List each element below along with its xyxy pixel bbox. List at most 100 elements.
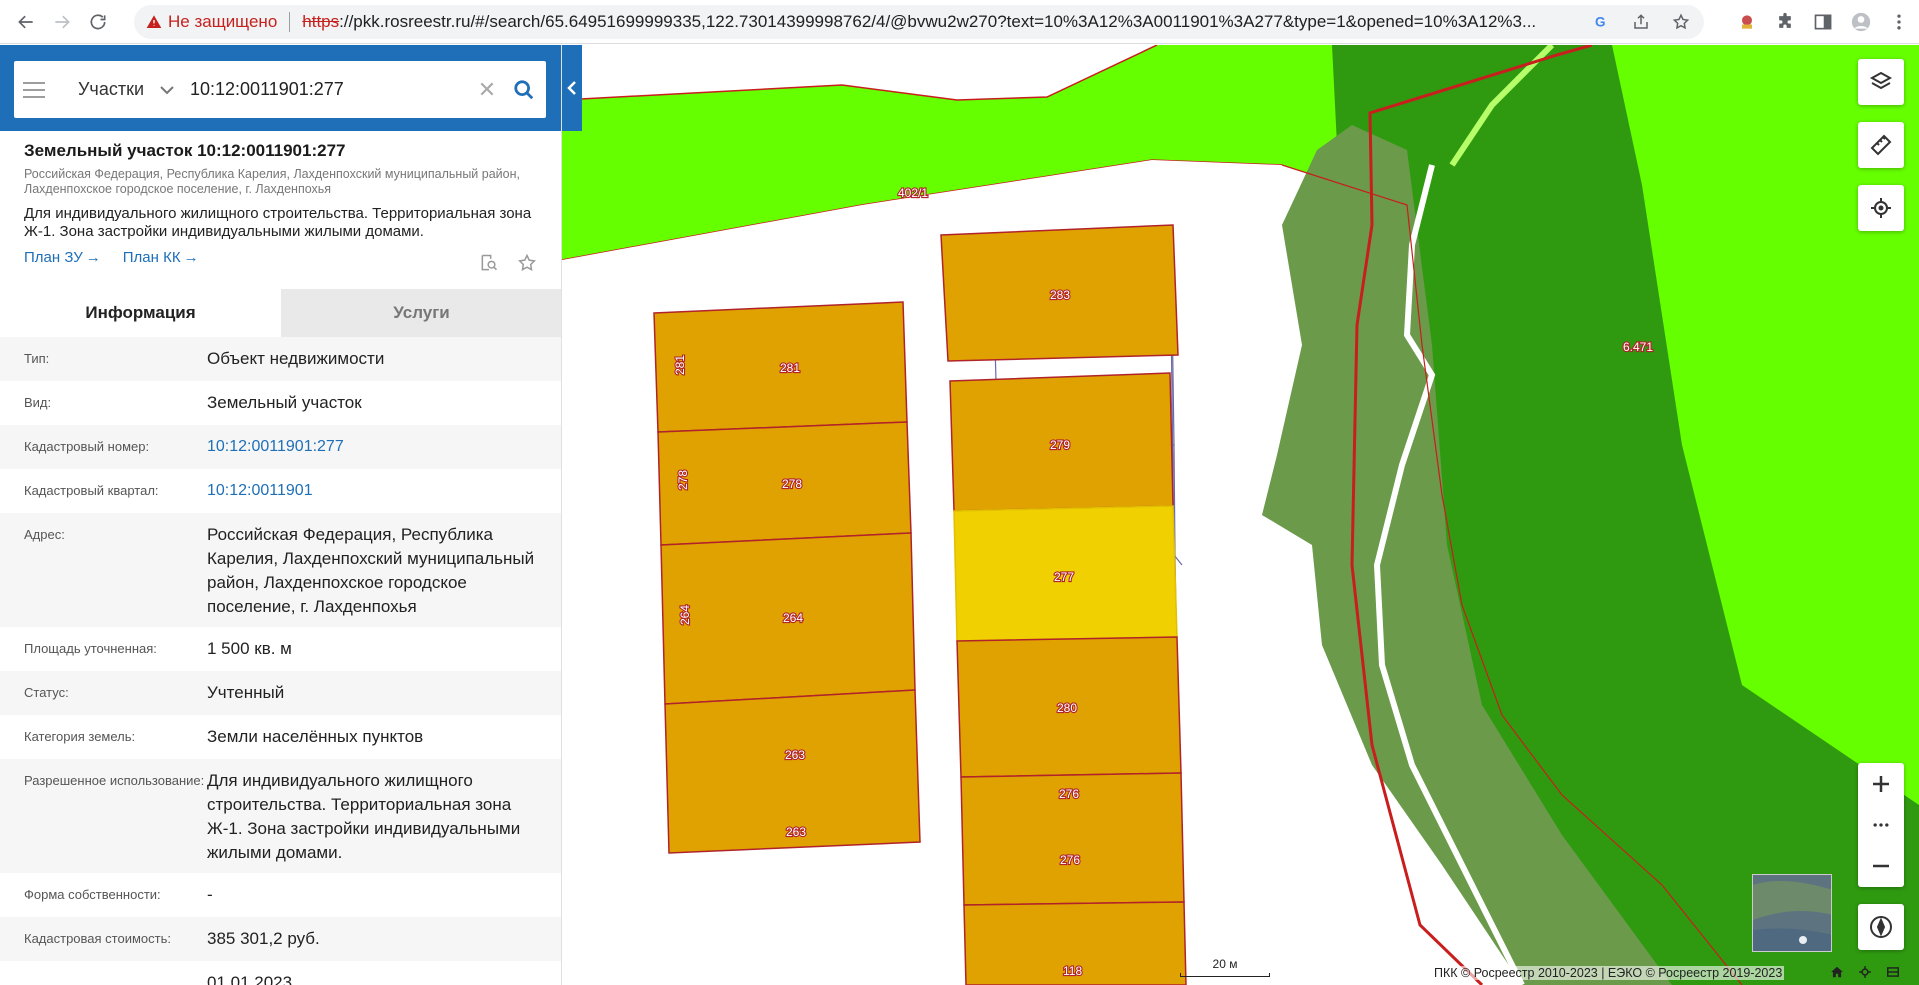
map-type-icon[interactable] bbox=[1886, 965, 1900, 979]
row-label: Кадастровый квартал: bbox=[24, 483, 159, 498]
chevron-left-icon bbox=[567, 81, 576, 95]
plan-zu-link[interactable]: План ЗУ → bbox=[24, 249, 101, 266]
row-value: Земельный участок bbox=[207, 393, 362, 412]
row-label: Разрешенное использование: bbox=[24, 773, 205, 788]
label-281-vertical: 281 bbox=[673, 355, 687, 375]
category-select[interactable]: Участки bbox=[54, 79, 184, 100]
find-on-map-icon[interactable] bbox=[479, 253, 499, 273]
satellite-thumbnail bbox=[1753, 875, 1831, 951]
arrow-right-icon bbox=[55, 15, 70, 28]
plan-zu-label: План ЗУ bbox=[24, 249, 83, 266]
header-actions bbox=[479, 253, 537, 273]
star-icon[interactable] bbox=[517, 253, 537, 273]
info-row-type: Тип: Объект недвижимости bbox=[0, 337, 561, 381]
tab-services[interactable]: Услуги bbox=[281, 289, 561, 337]
arrow-right-icon: → bbox=[183, 249, 199, 266]
parcels-left-column bbox=[653, 301, 921, 854]
info-row-permitted-use: Разрешенное использование: Для индивидуа… bbox=[0, 759, 561, 873]
plan-kk-link[interactable]: План КК → bbox=[123, 249, 199, 266]
info-row-kind: Вид: Земельный участок bbox=[0, 381, 561, 425]
browser-toolbar: Не защищено https ://pkk.rosreestr.ru/#/… bbox=[0, 0, 1919, 44]
collapse-panel-button[interactable] bbox=[562, 45, 582, 131]
map-view[interactable]: 402/1 283 281 281 278 278 264 264 263 26… bbox=[562, 45, 1919, 985]
zoom-out-button[interactable] bbox=[1858, 845, 1904, 886]
extension-avatar-icon[interactable] bbox=[1737, 12, 1757, 32]
security-warning[interactable]: Не защищено bbox=[146, 12, 277, 32]
locate-button[interactable] bbox=[1858, 185, 1904, 231]
back-button[interactable] bbox=[8, 4, 44, 40]
search-input[interactable]: 10:12:0011901:277 bbox=[184, 79, 472, 100]
object-header: Земельный участок 10:12:0011901:277 Росс… bbox=[24, 141, 544, 266]
warning-triangle-icon bbox=[146, 15, 162, 28]
info-panel: Участки 10:12:0011901:277 ✕ Земельный уч… bbox=[0, 45, 562, 985]
star-icon[interactable] bbox=[1672, 13, 1690, 31]
map-attribution: ПКК © Росреестр 2010-2023 | ЕЭКО © Росре… bbox=[1432, 966, 1785, 980]
category-value: Участки bbox=[78, 79, 144, 99]
row-value: Учтенный bbox=[207, 683, 285, 702]
row-label: Тип: bbox=[24, 351, 50, 366]
row-value: 385 301,2 руб. bbox=[207, 929, 320, 948]
search-button[interactable] bbox=[502, 79, 546, 101]
label-278-vertical: 278 bbox=[676, 470, 690, 490]
url-text: ://pkk.rosreestr.ru/#/search/65.64951699… bbox=[339, 12, 1537, 31]
label-276-a: 276 bbox=[1059, 787, 1079, 801]
row-value: 1 500 кв. м bbox=[207, 639, 292, 658]
row-value: Земли населённых пунктов bbox=[207, 727, 424, 746]
plan-links: План ЗУ → План КК → bbox=[24, 249, 544, 266]
chevron-down-icon bbox=[160, 85, 174, 94]
label-278: 278 bbox=[782, 477, 802, 491]
forward-button[interactable] bbox=[44, 4, 80, 40]
plan-kk-label: План КК bbox=[122, 249, 181, 266]
clear-search-button[interactable]: ✕ bbox=[472, 77, 502, 103]
row-label: Вид: bbox=[24, 395, 52, 410]
minimap[interactable] bbox=[1752, 874, 1832, 952]
layers-button[interactable] bbox=[1858, 59, 1904, 105]
map-canvas[interactable]: 402/1 283 281 281 278 278 264 264 263 26… bbox=[562, 45, 1919, 985]
info-row-ownership: Форма собственности: - bbox=[0, 873, 561, 917]
info-row-cadastral-quarter: Кадастровый квартал: 10:12:0011901 bbox=[0, 469, 561, 513]
map-bottom-toolbar bbox=[1830, 965, 1900, 979]
label-402: 402/1 bbox=[898, 186, 928, 200]
object-title: Земельный участок 10:12:0011901:277 bbox=[24, 141, 346, 160]
row-value: Российская Федерация, Республика Карелия… bbox=[207, 525, 535, 616]
cadastral-quarter-link[interactable]: 10:12:0011901 bbox=[207, 469, 544, 513]
reload-icon bbox=[90, 13, 106, 29]
row-label bbox=[24, 961, 207, 985]
tab-info[interactable]: Информация bbox=[0, 289, 281, 337]
label-283: 283 bbox=[1050, 288, 1070, 302]
cadastral-number-link[interactable]: 10:12:0011901:277 bbox=[207, 425, 544, 469]
info-row-address: Адрес: Российская Федерация, Республика … bbox=[0, 513, 561, 627]
minus-icon bbox=[1873, 864, 1889, 867]
extensions-puzzle-icon[interactable] bbox=[1775, 12, 1795, 32]
target-icon[interactable] bbox=[1858, 965, 1872, 979]
zoom-controls bbox=[1858, 763, 1904, 887]
reload-button[interactable] bbox=[80, 4, 116, 40]
zoom-more-button[interactable] bbox=[1858, 804, 1904, 845]
close-icon: ✕ bbox=[477, 76, 497, 102]
menu-button[interactable] bbox=[14, 81, 54, 99]
share-icon[interactable] bbox=[1632, 13, 1650, 31]
profile-icon[interactable] bbox=[1851, 12, 1871, 32]
compass-button[interactable] bbox=[1858, 904, 1904, 950]
row-label: Категория земель: bbox=[24, 729, 136, 744]
layers-icon bbox=[1869, 71, 1893, 90]
home-icon[interactable] bbox=[1830, 965, 1844, 979]
measure-button[interactable] bbox=[1858, 122, 1904, 168]
google-icon[interactable]: G bbox=[1592, 13, 1610, 31]
info-row-status: Статус: Учтенный bbox=[0, 671, 561, 715]
zoom-in-button[interactable] bbox=[1858, 763, 1904, 804]
search-icon bbox=[514, 79, 534, 99]
scale-bar: 20 м bbox=[1180, 957, 1270, 977]
row-label: Площадь уточненная: bbox=[24, 641, 157, 656]
label-280: 280 bbox=[1057, 701, 1077, 715]
label-263-a: 263 bbox=[785, 748, 805, 762]
sidebar-icon[interactable] bbox=[1813, 12, 1833, 32]
object-address: Российская Федерация, Республика Карелия… bbox=[24, 167, 520, 196]
address-bar[interactable]: Не защищено https ://pkk.rosreestr.ru/#/… bbox=[134, 5, 1704, 39]
label-264-vertical: 264 bbox=[678, 605, 692, 625]
divider bbox=[289, 12, 291, 32]
menu-dots-icon[interactable] bbox=[1889, 12, 1909, 32]
label-277: 277 bbox=[1054, 570, 1074, 584]
object-use: Для индивидуального жилищного строительс… bbox=[24, 205, 532, 240]
dots-horizontal-icon bbox=[1873, 822, 1889, 827]
